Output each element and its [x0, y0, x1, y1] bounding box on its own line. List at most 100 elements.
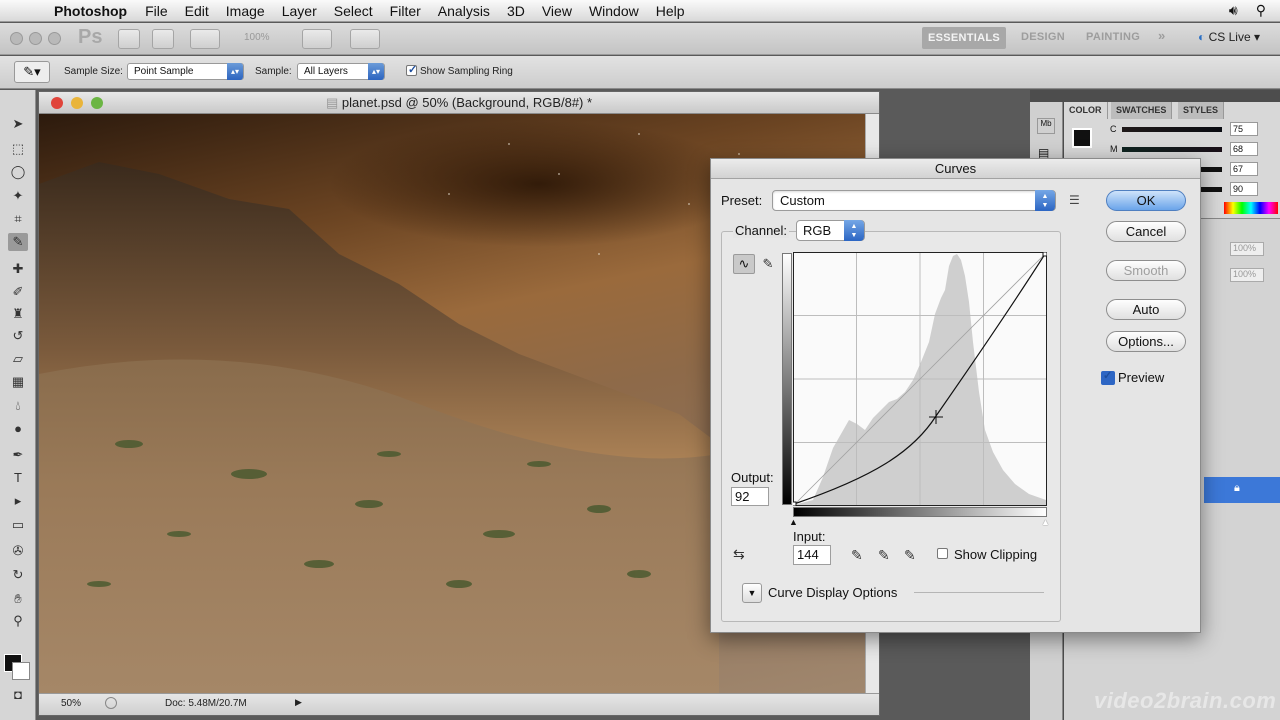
gradient-tool-icon[interactable]: ▦ [8, 373, 28, 391]
gray-point-eyedropper-icon[interactable]: ✎ [878, 547, 890, 564]
expand-display-options-icon[interactable]: ▼ [742, 583, 762, 603]
minimize-window-icon[interactable] [29, 32, 42, 45]
history-brush-tool-icon[interactable]: ↺ [8, 327, 28, 345]
clone-stamp-tool-icon[interactable]: ♜ [8, 305, 28, 323]
sample-select[interactable]: All Layers ▴▾ [297, 63, 385, 80]
type-tool-icon[interactable]: T [8, 469, 28, 487]
input-field[interactable]: 144 [793, 545, 831, 565]
screen-mode-icon[interactable] [350, 29, 380, 49]
arrange-documents-icon[interactable] [302, 29, 332, 49]
workspace-essentials[interactable]: ESSENTIALS [922, 27, 1006, 49]
cyan-slider[interactable] [1122, 127, 1222, 132]
workspace-design[interactable]: DESIGN [1021, 31, 1065, 43]
volume-icon[interactable]: 🔊︎ [1229, 2, 1238, 19]
menu-file[interactable]: File [145, 3, 168, 19]
minimize-document-icon[interactable] [71, 97, 83, 109]
channel-select[interactable]: RGB ▲ ▼ [796, 220, 865, 241]
white-point-slider-icon[interactable]: ▲ [1041, 517, 1050, 527]
zoom-level-select[interactable]: 100% [244, 32, 270, 43]
brush-tool-icon[interactable]: ✐ [8, 283, 28, 301]
3d-rotate-tool-icon[interactable]: ✇ [8, 542, 28, 560]
3d-orbit-tool-icon[interactable]: ↻ [8, 566, 28, 584]
tab-color[interactable]: COLOR [1064, 102, 1108, 119]
healing-brush-tool-icon[interactable]: ✚ [8, 260, 28, 278]
black-point-eyedropper-icon[interactable]: ✎ [851, 547, 863, 564]
magenta-slider[interactable] [1122, 147, 1222, 152]
black-value[interactable]: 90 [1230, 182, 1258, 196]
yellow-value[interactable]: 67 [1230, 162, 1258, 176]
white-point-eyedropper-icon[interactable]: ✎ [904, 547, 916, 564]
output-field[interactable]: 92 [731, 487, 769, 506]
show-clipping-checkbox[interactable] [937, 548, 948, 559]
zoom-percentage-field[interactable]: 50% [61, 698, 81, 709]
menu-window[interactable]: Window [589, 3, 639, 19]
background-layer-row[interactable]: 🔒︎ [1204, 477, 1280, 503]
status-menu-arrow-icon[interactable]: ▶ [295, 697, 302, 708]
smooth-button[interactable]: Smooth [1106, 260, 1186, 281]
menu-app-name[interactable]: Photoshop [54, 3, 127, 19]
curves-title[interactable]: Curves [711, 159, 1200, 179]
spotlight-search-icon[interactable]: ⚲ [1256, 2, 1266, 19]
tab-styles[interactable]: STYLES [1178, 102, 1225, 119]
tab-swatches[interactable]: SWATCHES [1111, 102, 1173, 119]
move-tool-icon[interactable]: ➤ [8, 115, 28, 133]
color-spectrum-bar[interactable] [1224, 202, 1278, 214]
opacity-field[interactable]: 100% [1230, 242, 1264, 256]
auto-button[interactable]: Auto [1106, 299, 1186, 320]
background-color-swatch[interactable] [12, 662, 30, 680]
show-sampling-ring-checkbox[interactable] [406, 63, 417, 76]
foreground-color-chip[interactable] [1072, 128, 1092, 148]
lasso-tool-icon[interactable]: ◯ [8, 163, 28, 181]
blur-tool-icon[interactable]: 💧︎ [8, 397, 28, 415]
view-extras-icon[interactable] [190, 29, 220, 49]
launch-mini-bridge-icon[interactable] [152, 29, 174, 49]
mini-bridge-panel-icon[interactable]: Mb [1037, 118, 1055, 134]
document-title-bar[interactable]: ▤ planet.psd @ 50% (Background, RGB/8#) … [39, 92, 879, 114]
eyedropper-tool-preset-icon[interactable]: ✎▾ [14, 61, 50, 83]
status-info-icon[interactable] [105, 697, 117, 709]
eraser-tool-icon[interactable]: ▱ [8, 350, 28, 368]
crop-tool-icon[interactable]: ⌗ [8, 210, 28, 228]
quick-selection-tool-icon[interactable]: ✦ [8, 187, 28, 205]
dodge-tool-icon[interactable]: ● [8, 420, 28, 438]
eyedropper-tool-icon[interactable]: ✎ [8, 233, 28, 251]
menu-analysis[interactable]: Analysis [438, 3, 490, 19]
menu-image[interactable]: Image [226, 3, 265, 19]
menu-help[interactable]: Help [656, 3, 685, 19]
menu-select[interactable]: Select [334, 3, 373, 19]
pen-tool-icon[interactable]: ✒ [8, 446, 28, 464]
workspace-painting[interactable]: PAINTING [1086, 31, 1140, 43]
black-point-slider-icon[interactable]: ▲ [789, 517, 798, 527]
options-button[interactable]: Options... [1106, 331, 1186, 352]
zoom-window-icon[interactable] [48, 32, 61, 45]
ok-button[interactable]: OK [1106, 190, 1186, 211]
preview-checkbox[interactable] [1101, 369, 1115, 385]
magenta-value[interactable]: 68 [1230, 142, 1258, 156]
cancel-button[interactable]: Cancel [1106, 221, 1186, 242]
zoom-document-icon[interactable] [91, 97, 103, 109]
menu-view[interactable]: View [542, 3, 572, 19]
quick-mask-icon[interactable]: ◘ [8, 686, 28, 704]
fill-field[interactable]: 100% [1230, 268, 1264, 282]
shape-tool-icon[interactable]: ▭ [8, 516, 28, 534]
preset-select[interactable]: Custom ▲ ▼ [772, 190, 1056, 211]
marquee-tool-icon[interactable]: ⬚ [8, 140, 28, 158]
cyan-value[interactable]: 75 [1230, 122, 1258, 136]
menu-layer[interactable]: Layer [282, 3, 317, 19]
edit-points-curve-icon[interactable]: ∿ [733, 254, 755, 274]
on-image-adjustment-tool-icon[interactable]: ⇆ [733, 546, 745, 563]
more-workspaces-icon[interactable]: » [1158, 28, 1166, 43]
draw-curve-pencil-icon[interactable]: ✎ [760, 254, 776, 274]
preset-options-menu-icon[interactable]: ☰ [1069, 193, 1080, 207]
hand-tool-icon[interactable]: ✋︎ [8, 590, 28, 608]
menu-3d[interactable]: 3D [507, 3, 525, 19]
zoom-tool-icon[interactable]: ⚲ [8, 612, 28, 630]
cs-live-button[interactable]: ◐ CS Live ▾ [1198, 30, 1260, 44]
sample-size-select[interactable]: Point Sample ▴▾ [127, 63, 244, 80]
close-window-icon[interactable] [10, 32, 23, 45]
curve-graph[interactable] [793, 252, 1047, 506]
menu-filter[interactable]: Filter [390, 3, 421, 19]
menu-edit[interactable]: Edit [185, 3, 209, 19]
close-document-icon[interactable] [51, 97, 63, 109]
launch-bridge-icon[interactable] [118, 29, 140, 49]
